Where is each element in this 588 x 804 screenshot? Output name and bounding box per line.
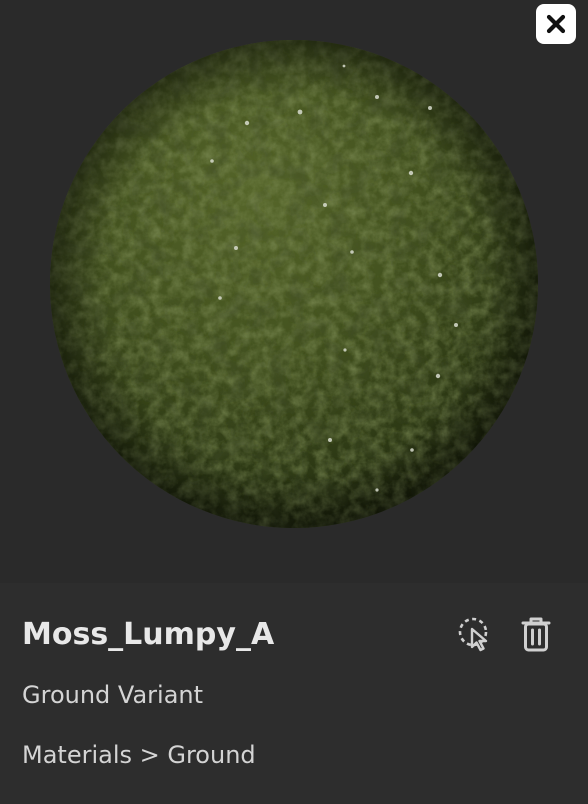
trash-icon bbox=[521, 617, 551, 652]
select-in-scene-button[interactable] bbox=[453, 612, 497, 656]
material-sphere-preview bbox=[50, 40, 538, 528]
material-variant: Ground Variant bbox=[22, 681, 204, 709]
select-cursor-icon bbox=[458, 617, 488, 652]
close-button[interactable] bbox=[536, 4, 576, 44]
material-preview bbox=[0, 0, 588, 583]
material-path: Materials > Ground bbox=[22, 741, 256, 769]
close-icon bbox=[546, 14, 566, 34]
material-card: Moss_Lumpy_A Ground Variant Materials > … bbox=[0, 0, 588, 804]
material-name: Moss_Lumpy_A bbox=[22, 617, 275, 652]
delete-button[interactable] bbox=[514, 612, 558, 656]
